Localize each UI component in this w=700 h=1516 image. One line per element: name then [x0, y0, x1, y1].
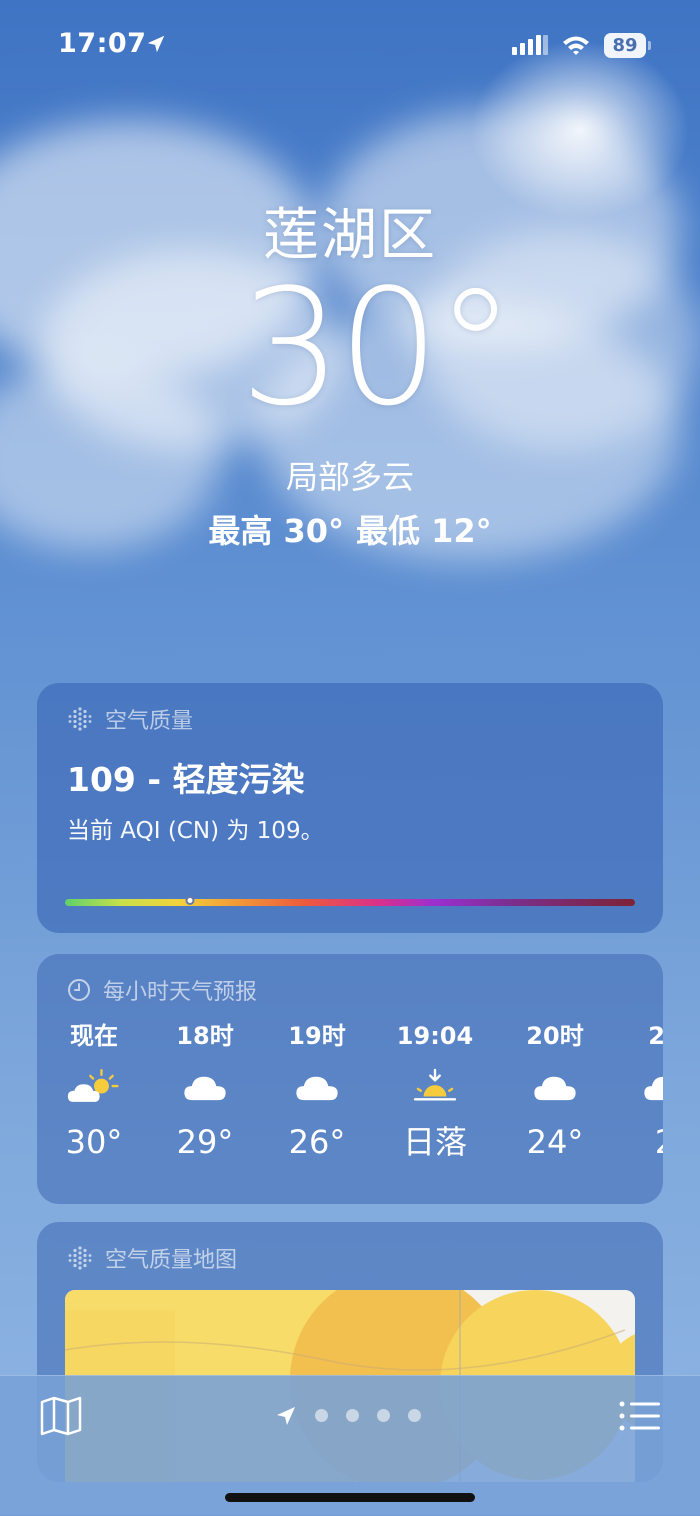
aqi-map-header: 空气质量地图	[67, 1242, 237, 1274]
hour-label: 18时	[176, 1022, 234, 1050]
page-dot[interactable]	[377, 1409, 390, 1422]
hour-temperature: 日落	[402, 1123, 467, 1161]
current-temperature: 30°	[240, 254, 516, 441]
bottom-toolbar	[0, 1375, 700, 1516]
home-indicator[interactable]	[225, 1493, 475, 1502]
air-quality-card[interactable]: 空气质量 109 - 轻度污染 当前 AQI (CN) 为 109。	[37, 683, 663, 933]
cellular-signal-icon	[512, 35, 548, 55]
map-icon[interactable]	[40, 1396, 82, 1436]
aqi-scale-bar	[65, 896, 635, 906]
hourly-forecast-item: 21 2	[610, 1020, 663, 1162]
page-dot[interactable]	[408, 1409, 421, 1422]
hourly-forecast-item: 现在 30°	[39, 1020, 149, 1162]
hour-temperature: 29°	[176, 1123, 234, 1161]
hour-label: 19时	[288, 1022, 346, 1050]
current-location-page-icon[interactable]	[276, 1406, 296, 1426]
wifi-icon	[563, 36, 589, 55]
hourly-forecast-item: 19:04 日落	[380, 1020, 490, 1162]
hourly-forecast-header: 每小时天气预报	[67, 974, 257, 1006]
air-quality-icon	[68, 707, 92, 731]
hour-label: 19:04	[396, 1022, 474, 1050]
hourly-forecast-item: 19时 26°	[262, 1020, 372, 1162]
air-quality-header-label: 空气质量	[105, 709, 194, 734]
battery-indicator: 89	[604, 33, 646, 58]
weather-condition: 局部多云	[285, 458, 414, 496]
hour-label: 20时	[526, 1022, 584, 1050]
list-icon[interactable]	[618, 1400, 662, 1432]
status-bar: 17:07 89	[0, 0, 700, 90]
location-arrow-icon	[147, 35, 165, 53]
hourly-forecast-item: 18时 29°	[150, 1020, 260, 1162]
cloud-icon	[500, 1052, 610, 1122]
hour-temperature: 2	[610, 1122, 663, 1162]
cloud-icon	[262, 1052, 372, 1122]
aqi-indicator-dot	[185, 896, 195, 905]
hourly-forecast-list[interactable]: 现在 30° 18时 29° 19时 26° 19:04 日落 20时 24° 21 2	[37, 1020, 663, 1200]
cloud-icon	[610, 1052, 663, 1122]
hourly-forecast-header-label: 每小时天气预报	[103, 980, 258, 1005]
hourly-forecast-card[interactable]: 每小时天气预报 现在30°18时29°19时26°19:04日落20时24°21…	[37, 954, 663, 1204]
sunset-icon	[380, 1052, 490, 1122]
air-quality-header: 空气质量	[67, 703, 193, 735]
cloud-icon	[150, 1052, 260, 1122]
air-quality-icon	[68, 1246, 92, 1270]
hour-temperature: 26°	[288, 1123, 346, 1161]
aqi-map-header-label: 空气质量地图	[105, 1248, 238, 1273]
page-dot[interactable]	[346, 1409, 359, 1422]
hour-temperature: 30°	[65, 1123, 123, 1161]
hour-label: 现在	[70, 1022, 118, 1050]
page-dot[interactable]	[315, 1409, 328, 1422]
high-temperature: 最高 30°	[208, 512, 344, 550]
hour-label: 21	[648, 1022, 663, 1050]
aqi-description: 当前 AQI (CN) 为 109。	[67, 818, 324, 844]
hour-temperature: 24°	[526, 1123, 584, 1161]
status-time: 17:07	[58, 28, 147, 59]
hourly-forecast-item: 20时 24°	[500, 1020, 610, 1162]
clock-icon	[68, 979, 90, 1001]
high-low-temperature: 最高 30° 最低 12°	[0, 506, 700, 552]
partly-sunny-icon	[39, 1052, 149, 1122]
battery-cap	[648, 41, 651, 50]
low-temperature: 最低 12°	[356, 512, 492, 550]
aqi-value-title: 109 - 轻度污染	[67, 760, 305, 799]
